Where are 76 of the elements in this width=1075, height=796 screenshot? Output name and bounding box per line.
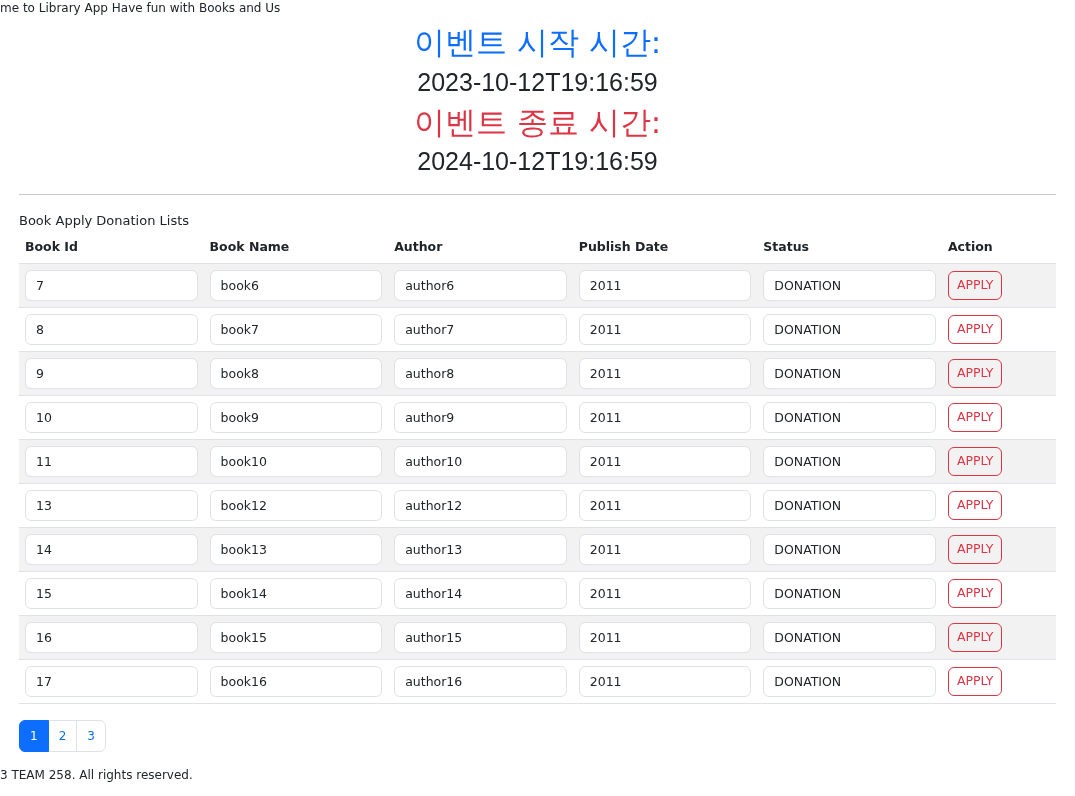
publish-date-field[interactable]: 2011 [578, 446, 752, 478]
author-field[interactable]: author9 [394, 402, 567, 434]
status-field[interactable]: DONATION [763, 578, 936, 610]
column-header: Book Name [203, 234, 389, 264]
book-id-field[interactable]: 15 [25, 578, 198, 610]
publish-date-field[interactable]: 2011 [578, 666, 752, 698]
apply-button[interactable]: APPLY [947, 579, 1003, 608]
book-name-field[interactable]: book15 [209, 622, 383, 654]
publish-date-field[interactable]: 2011 [578, 490, 752, 522]
page-link[interactable]: 2 [47, 720, 78, 753]
book-name-field[interactable]: book8 [209, 358, 383, 390]
status-field[interactable]: DONATION [763, 534, 936, 566]
book-id-field[interactable]: 9 [25, 358, 198, 390]
book-id-field[interactable]: 17 [25, 666, 198, 698]
book-name-field[interactable]: book16 [209, 666, 383, 698]
page-link[interactable]: 1 [19, 720, 49, 753]
event-start-label: 이벤트 시작 시간: [412, 23, 663, 63]
footer-text: 3 TEAM 258. All rights reserved. [0, 767, 194, 785]
publish-date-field[interactable]: 2011 [578, 402, 752, 434]
status-field[interactable]: DONATION [763, 358, 936, 390]
apply-button[interactable]: APPLY [947, 359, 1003, 388]
author-field[interactable]: author10 [394, 446, 567, 478]
list-title: Book Apply Donation Lists [19, 211, 191, 230]
book-name-field[interactable]: book7 [209, 314, 383, 346]
apply-button[interactable]: APPLY [947, 491, 1003, 520]
column-header: Status [757, 234, 942, 264]
book-id-field[interactable]: 7 [25, 270, 198, 302]
book-name-field[interactable]: book14 [209, 578, 383, 610]
book-id-field[interactable]: 8 [25, 314, 198, 346]
event-end-time: 2024-10-12T19:16:59 [416, 146, 659, 178]
publish-date-field[interactable]: 2011 [578, 578, 752, 610]
status-field[interactable]: DONATION [763, 402, 936, 434]
apply-button[interactable]: APPLY [947, 535, 1003, 564]
publish-date-field[interactable]: 2011 [578, 358, 752, 390]
author-field[interactable]: author14 [394, 578, 567, 610]
column-header: Book Id [19, 234, 204, 264]
status-field[interactable]: DONATION [763, 490, 936, 522]
apply-button[interactable]: APPLY [947, 315, 1003, 344]
author-field[interactable]: author7 [394, 314, 567, 346]
author-field[interactable]: author13 [394, 534, 567, 566]
publish-date-field[interactable]: 2011 [578, 270, 752, 302]
apply-button[interactable]: APPLY [947, 403, 1003, 432]
book-name-field[interactable]: book10 [209, 446, 383, 478]
book-id-field[interactable]: 11 [25, 446, 198, 478]
book-name-field[interactable]: book13 [209, 534, 383, 566]
book-name-field[interactable]: book9 [209, 402, 383, 434]
welcome-text: me to Library App Have fun with Books and Us [0, 0, 282, 16]
status-field[interactable]: DONATION [763, 666, 936, 698]
status-field[interactable]: DONATION [763, 270, 936, 302]
event-end-label: 이벤트 종료 시간: [412, 102, 663, 142]
book-id-field[interactable]: 10 [25, 402, 198, 434]
publish-date-field[interactable]: 2011 [578, 622, 752, 654]
event-start-time: 2023-10-12T19:16:59 [416, 67, 659, 99]
status-field[interactable]: DONATION [763, 446, 936, 478]
apply-button[interactable]: APPLY [947, 447, 1003, 476]
page-link[interactable]: 3 [76, 720, 106, 753]
book-name-field[interactable]: book6 [209, 270, 383, 302]
book-id-field[interactable]: 13 [25, 490, 198, 522]
status-field[interactable]: DONATION [763, 314, 936, 346]
apply-button[interactable]: APPLY [947, 667, 1003, 696]
book-id-field[interactable]: 16 [25, 622, 198, 654]
column-header: Publish Date [572, 234, 758, 264]
author-field[interactable]: author8 [394, 358, 567, 390]
author-field[interactable]: author12 [394, 490, 567, 522]
status-field[interactable]: DONATION [763, 622, 936, 654]
author-field[interactable]: author6 [394, 270, 567, 302]
column-header: Action [941, 234, 1056, 264]
book-name-field[interactable]: book12 [209, 490, 383, 522]
book-id-field[interactable]: 14 [25, 534, 198, 566]
author-field[interactable]: author15 [394, 622, 567, 654]
apply-button[interactable]: APPLY [947, 623, 1003, 652]
author-field[interactable]: author16 [394, 666, 567, 698]
publish-date-field[interactable]: 2011 [578, 314, 752, 346]
publish-date-field[interactable]: 2011 [578, 534, 752, 566]
column-header: Author [388, 234, 573, 264]
apply-button[interactable]: APPLY [947, 271, 1003, 300]
